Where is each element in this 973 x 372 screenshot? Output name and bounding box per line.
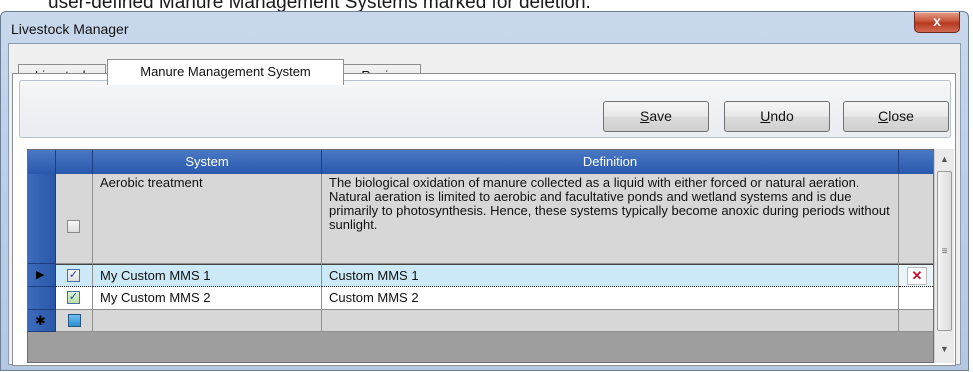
new-row-definition-cell[interactable] — [322, 310, 899, 332]
checkbox-column-header[interactable] — [56, 150, 93, 174]
undo-label: ndo — [770, 108, 794, 124]
new-row-icon: ✱ — [35, 313, 46, 328]
new-row-system-cell[interactable] — [93, 310, 322, 332]
row-checkbox[interactable]: ✓ — [67, 269, 80, 282]
column-header-system[interactable]: System — [93, 150, 322, 174]
new-row-checkbox-cell — [56, 310, 93, 332]
row-header[interactable] — [28, 174, 56, 264]
row-checkbox-cell — [56, 174, 93, 264]
delete-icon[interactable]: ✕ — [907, 267, 927, 285]
system-cell[interactable]: Aerobic treatment — [93, 174, 322, 264]
save-button[interactable]: Save — [603, 101, 709, 132]
save-label: ave — [649, 108, 672, 124]
delete-column-header — [899, 150, 933, 174]
close-icon: x — [933, 13, 941, 29]
new-row-header[interactable]: ✱ — [28, 310, 56, 332]
grip-icon: ≡ — [941, 246, 948, 257]
definition-cell[interactable]: Custom MMS 2 — [322, 287, 899, 310]
delete-cell[interactable] — [899, 174, 933, 264]
system-cell[interactable]: My Custom MMS 1 — [93, 264, 322, 287]
current-row-icon: ▶ — [36, 269, 45, 281]
definition-cell[interactable]: Custom MMS 1 — [322, 264, 899, 287]
undo-mnemonic: U — [760, 108, 771, 124]
column-header-definition[interactable]: Definition — [322, 150, 899, 174]
delete-cell[interactable]: ✕ — [899, 264, 933, 287]
definition-cell[interactable]: The biological oxidation of manure colle… — [322, 174, 899, 264]
vertical-scrollbar[interactable]: ▲ ≡ ▼ — [934, 149, 954, 363]
row-checkbox-cell: ✓ — [56, 264, 93, 287]
window-close-button[interactable]: x — [914, 12, 960, 33]
tab-manure-management-system[interactable]: Manure Management System — [107, 59, 344, 85]
mms-data-grid[interactable]: System Definition Aerobic treatment The … — [27, 149, 934, 363]
row-checkbox[interactable]: ✓ — [67, 291, 80, 304]
new-row-delete-cell[interactable] — [899, 310, 933, 332]
window-title: Livestock Manager — [11, 21, 129, 37]
system-cell[interactable]: My Custom MMS 2 — [93, 287, 322, 310]
row-header-current[interactable]: ▶ — [28, 264, 56, 287]
delete-cell[interactable] — [899, 287, 933, 310]
undo-button[interactable]: Undo — [724, 101, 830, 132]
new-row-checkbox[interactable] — [68, 314, 81, 327]
close-button[interactable]: Close — [843, 101, 949, 132]
close-mnemonic: C — [878, 108, 889, 124]
row-header-corner — [28, 150, 56, 174]
row-checkbox[interactable] — [67, 220, 80, 233]
scrollbar-thumb[interactable]: ≡ — [937, 171, 952, 331]
close-label: lose — [888, 108, 914, 124]
row-checkbox-cell: ✓ — [56, 287, 93, 310]
scroll-down-icon[interactable]: ▼ — [935, 341, 954, 358]
title-bar[interactable]: Livestock Manager x — [1, 12, 968, 42]
row-header[interactable] — [28, 287, 56, 310]
save-mnemonic: S — [640, 108, 650, 124]
scroll-up-icon[interactable]: ▲ — [935, 151, 954, 168]
